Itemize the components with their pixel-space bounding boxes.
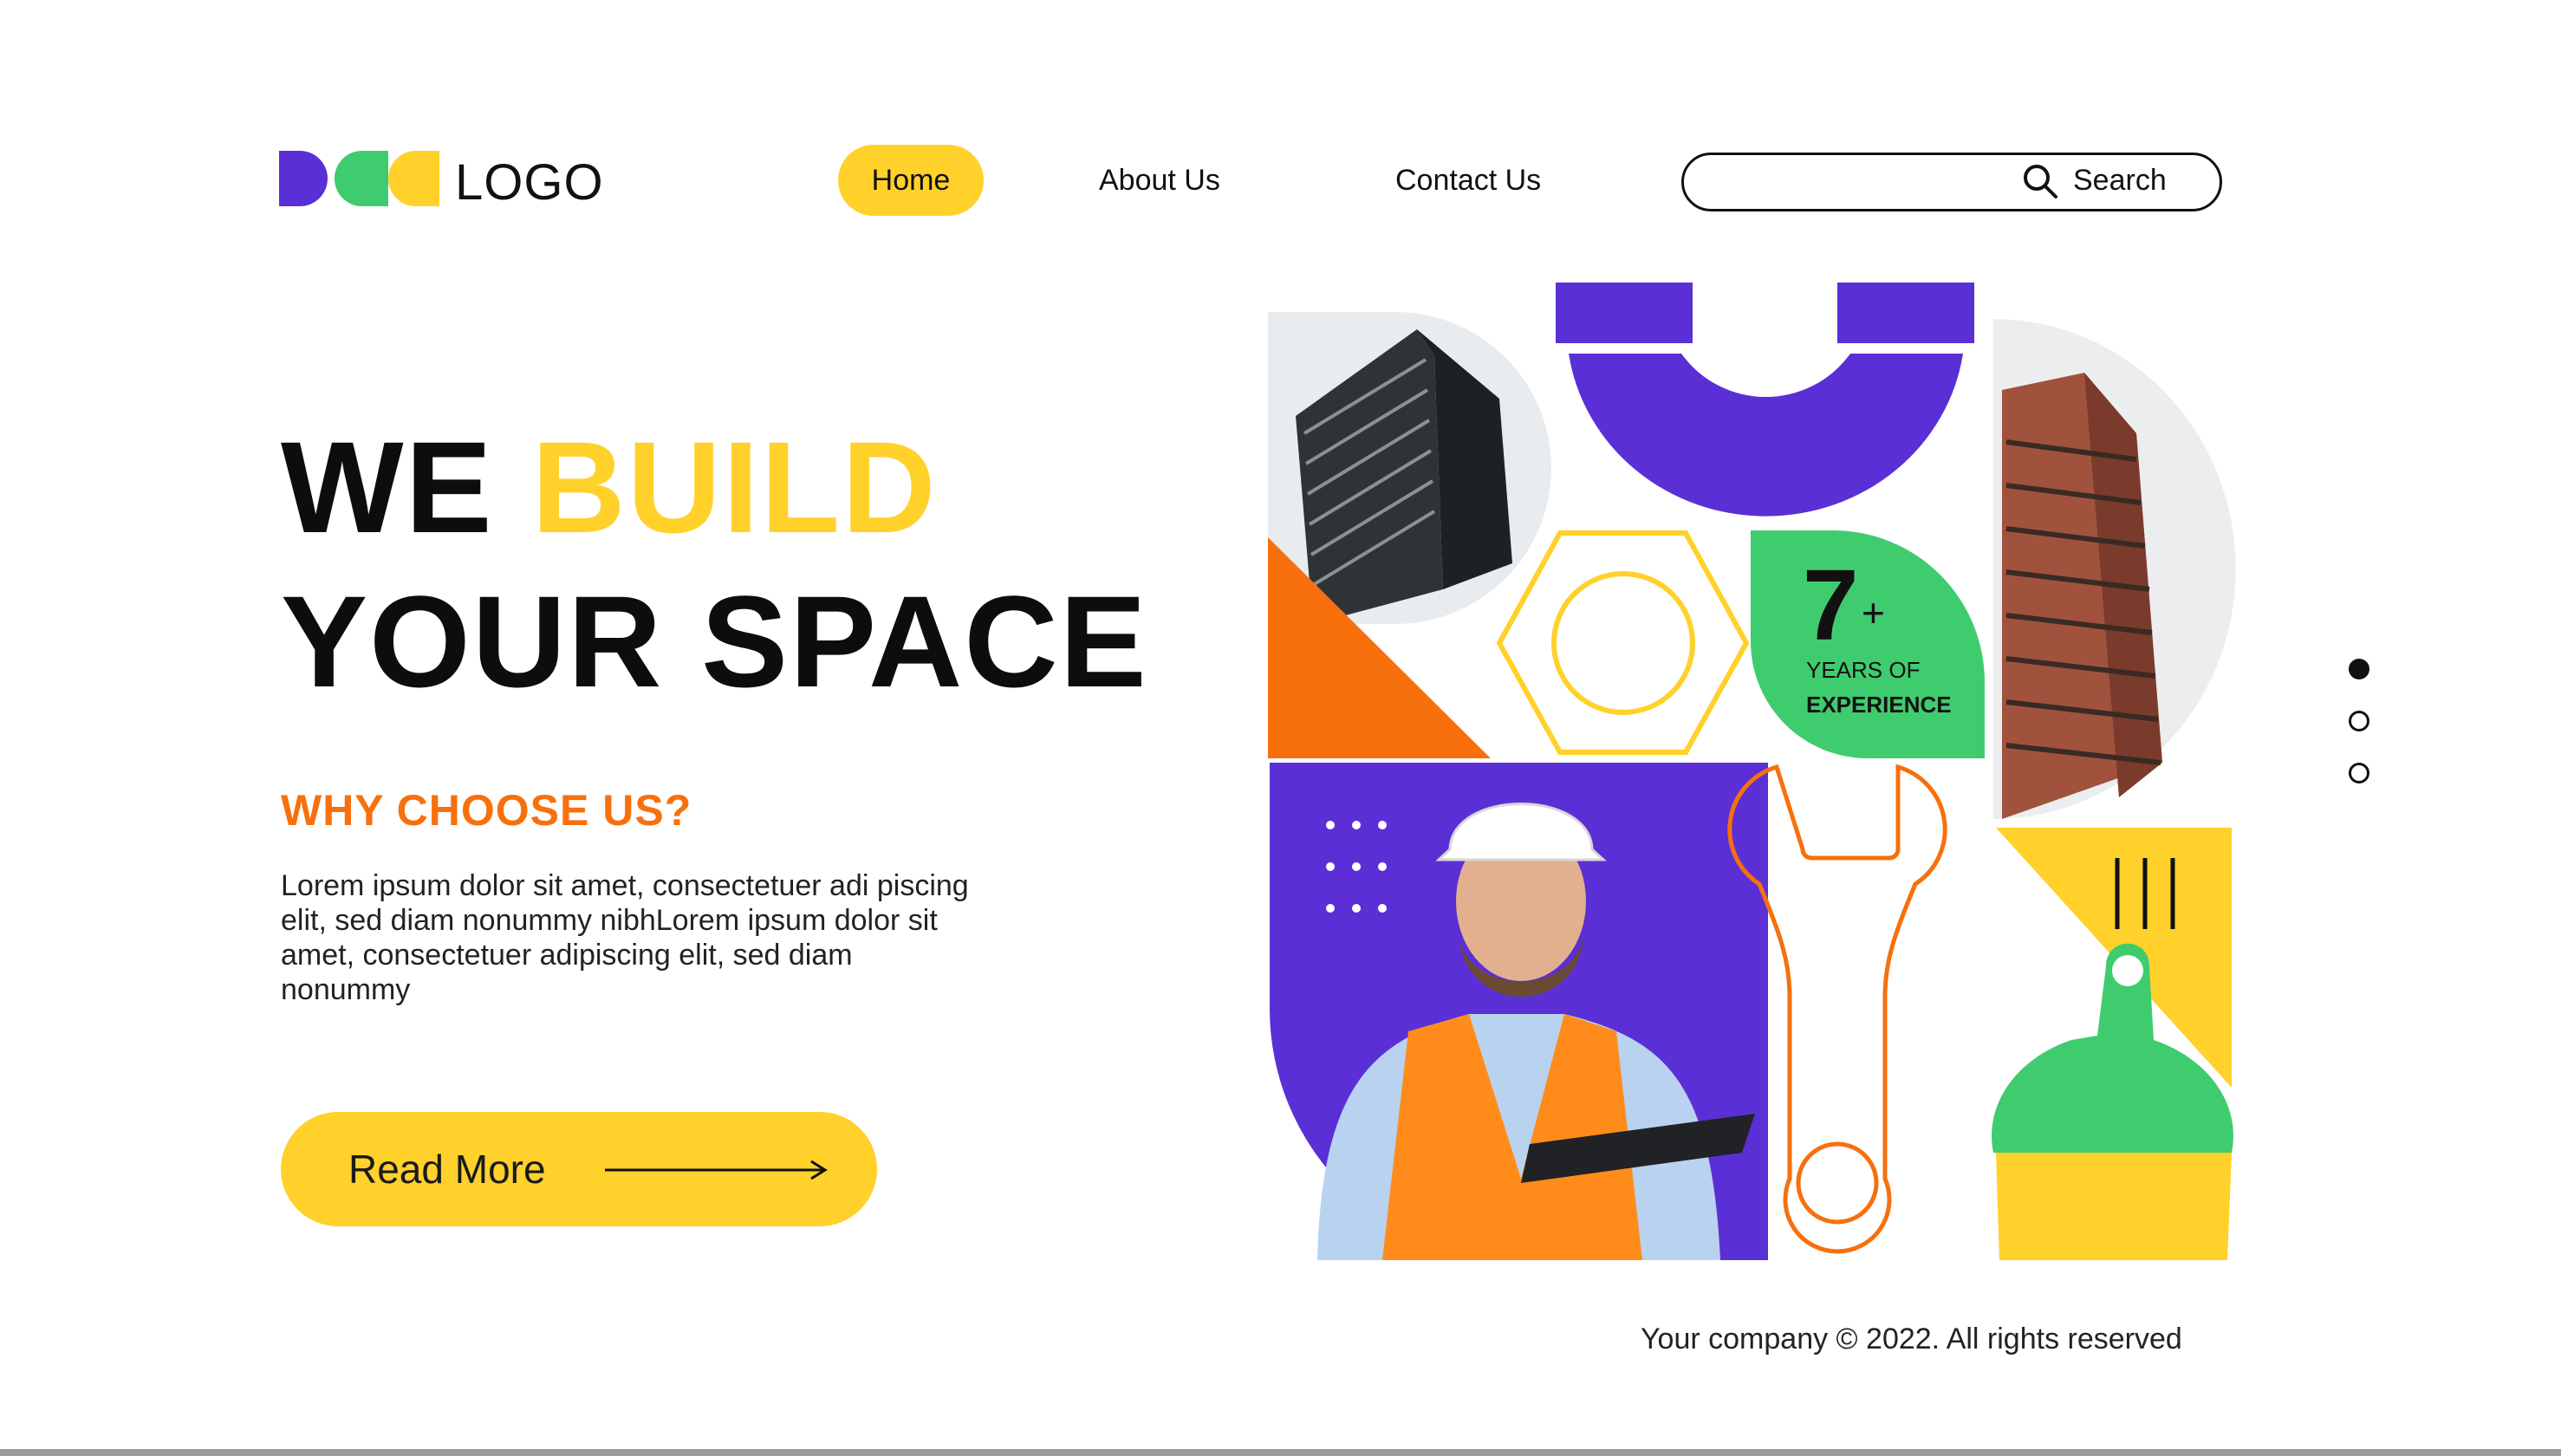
footer-copyright: Your company © 2022. All rights reserved [1641,1323,2182,1355]
bottom-divider [0,1449,2561,1456]
logo-mark-icon[interactable] [279,151,439,206]
search-button[interactable]: Search [2073,159,2167,202]
building-photo-left [1268,312,1551,624]
nav-about-us[interactable]: About Us [1099,145,1220,216]
building-photo-right [1993,319,2236,819]
hero-title-word-we: WE [281,414,494,560]
purple-magnet-shape [1556,283,1974,517]
badge-years-of: YEARS OF [1806,657,1921,683]
worker-photo [1270,763,1768,1260]
hero-title-line2: YOUR SPACE [281,569,1148,714]
hero-body-text: Lorem ipsum dolor sit amet, consectetuer… [281,869,969,1006]
nav-contact-us[interactable]: Contact Us [1395,145,1541,216]
hero-title-line1: WE BUILD [281,418,938,556]
nav-home[interactable]: Home [838,145,984,216]
hexagon-nut-icon [1496,530,1750,755]
badge-experience: EXPERIENCE [1806,692,1952,718]
pager-dot-2[interactable] [2349,711,2369,731]
hero-title-word-build: BUILD [531,414,938,560]
arrow-right-icon[interactable] [603,1158,829,1182]
pager-dot-1[interactable] [2349,659,2369,679]
why-choose-us-heading: WHY CHOOSE US? [281,786,692,835]
badge-plus: + [1862,590,1885,635]
experience-badge [1751,530,1985,758]
logo-text[interactable]: LOGO [455,153,604,213]
badge-number: 7 [1803,549,1859,661]
read-more-label[interactable]: Read More [348,1142,546,1196]
hero-illustration [1268,283,2236,1260]
search-icon[interactable] [2021,162,2059,200]
pager-dot-3[interactable] [2349,763,2369,783]
